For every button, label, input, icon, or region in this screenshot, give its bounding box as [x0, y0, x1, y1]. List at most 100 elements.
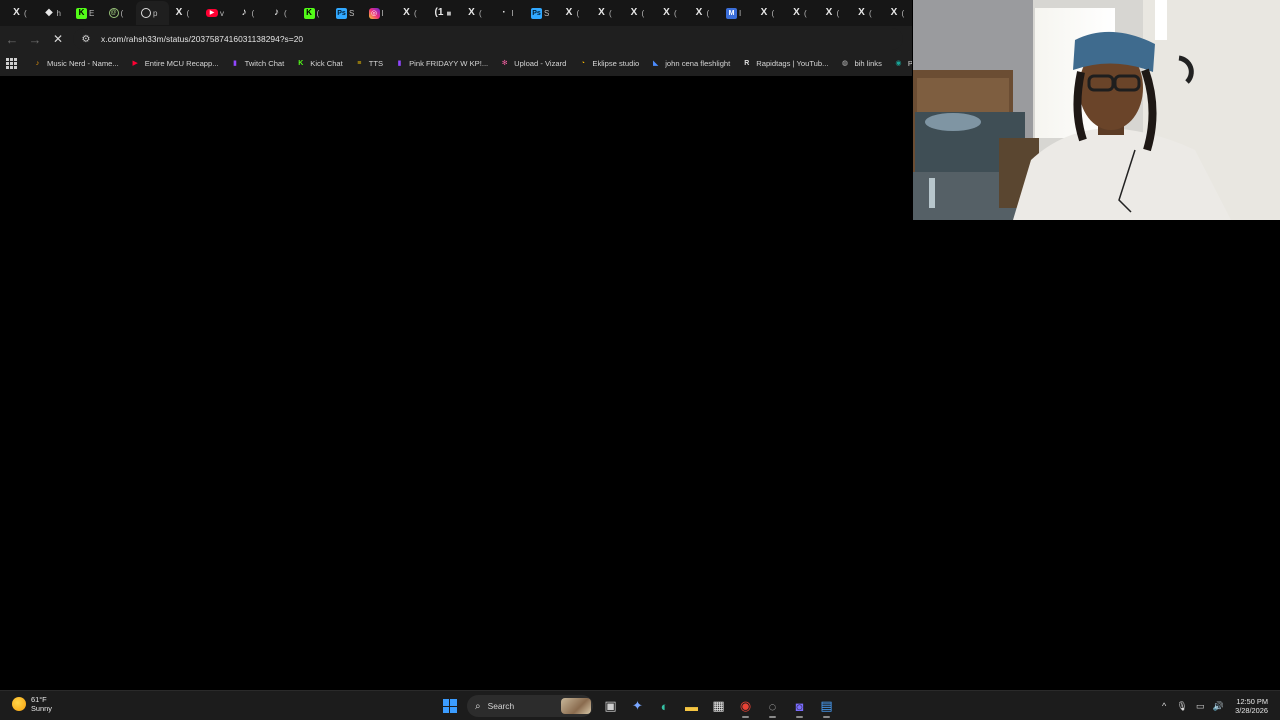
browser-tab[interactable]: X( [624, 1, 657, 25]
bookmark-item[interactable]: ▶ Entire MCU Recapp... [131, 59, 219, 68]
x-icon: X [858, 7, 865, 18]
system-tray: ^ 🎙 ▭ 🔊 12:50 PM 3/28/2026 [1155, 691, 1280, 720]
kick-icon: K [303, 7, 315, 19]
browser-tab[interactable]: X( [559, 1, 592, 25]
bookmark-item[interactable]: ♪ Music Nerd - Name... [33, 59, 119, 68]
webcam-feed-image [913, 0, 1280, 220]
copilot-button[interactable]: ✦ [624, 694, 651, 718]
site-info-icon[interactable]: ⚙ [79, 32, 93, 46]
browser-tab[interactable]: ▶ v [201, 1, 234, 25]
store-button[interactable]: ▦ [705, 694, 732, 718]
apps-grid-icon[interactable] [6, 56, 17, 70]
windows-taskbar: 61°F Sunny ⌕ Search ▣ ✦ ◐ ▬ ▦ ◉ ◌ ◙ ▤ ^ 🎙 ▭ 🔊 12:50… [0, 690, 1280, 720]
browser-tab[interactable]: X( [689, 1, 722, 25]
edge-button[interactable]: ◐ [651, 694, 678, 718]
browser-tab[interactable]: @( [104, 1, 137, 25]
tiktok-icon: ♪ [241, 7, 247, 18]
globe-icon: ◍ [841, 59, 848, 67]
chrome-icon: ◉ [739, 698, 752, 713]
clock[interactable]: 12:50 PM 3/28/2026 [1235, 697, 1268, 715]
url-text[interactable]: x.com/rahsh33m/status/203758741603113829… [101, 34, 303, 44]
browser-tab[interactable]: p [136, 1, 169, 25]
browser-tab[interactable]: X( [754, 1, 787, 25]
speaker-icon: 🔊 [1212, 700, 1224, 711]
browser-tab[interactable]: KE [71, 1, 104, 25]
photoshop-icon: Ps [336, 7, 347, 19]
bookmark-item[interactable]: ◍ bih links [840, 58, 882, 68]
bookmark-label: Photopea [907, 58, 912, 68]
gmail-icon: M [726, 7, 737, 19]
taskbar-search-box[interactable]: ⌕ Search [467, 695, 593, 717]
x-icon: X [565, 7, 573, 18]
network-button[interactable]: ▭ [1191, 697, 1209, 715]
browser-tab[interactable]: Ps S [526, 1, 559, 25]
discord-button[interactable]: ◙ [786, 694, 813, 718]
weather-widget[interactable]: 61°F Sunny [12, 695, 52, 713]
file-explorer-button[interactable]: ▬ [678, 694, 705, 718]
forward-arrow-icon[interactable]: → [24, 28, 46, 50]
browser-tab[interactable]: X( [656, 1, 689, 25]
browser-tab[interactable]: X( [786, 1, 819, 25]
browser-tab[interactable]: X( [396, 1, 429, 25]
kick-icon: K [76, 7, 87, 19]
x-icon: X [793, 7, 800, 18]
folder-icon: ▬ [685, 698, 698, 714]
browser-tab[interactable]: X( [169, 1, 202, 25]
browser-tab[interactable]: · I [494, 1, 527, 25]
twitch-icon: ▮ [397, 59, 402, 67]
tab-title: ( [804, 8, 807, 18]
edge-icon: ◐ [660, 698, 669, 714]
x-icon: X [175, 7, 183, 18]
browser-tab[interactable]: X( [591, 1, 624, 25]
network-icon: ▭ [1195, 700, 1205, 711]
browser-tab[interactable]: X( [461, 1, 494, 25]
google-icon [141, 8, 151, 18]
browser-tab[interactable]: K( [299, 1, 332, 25]
bookmark-item[interactable]: ≡ TTS [355, 59, 383, 68]
browser-tab[interactable]: (1 ■ [429, 1, 462, 25]
browser-tab[interactable]: MI [721, 1, 754, 25]
microphone-button[interactable]: 🎙 [1173, 697, 1191, 715]
bookmark-item[interactable]: K Kick Chat [296, 59, 343, 68]
tab-title: ( [120, 8, 124, 18]
browser-toolbar: ← → ✕ ⚙ x.com/rahsh33m/status/2037587416… [0, 26, 912, 52]
notepad-button[interactable]: ▤ [813, 694, 840, 718]
x-icon: X [403, 7, 410, 18]
browser-tab[interactable]: X( [884, 1, 913, 25]
rapidtags-icon: R [744, 59, 750, 67]
stop-loading-icon[interactable]: ✕ [47, 28, 69, 50]
back-arrow-icon[interactable]: ← [1, 28, 23, 50]
address-bar[interactable]: ⚙ x.com/rahsh33m/status/2037587416031138… [73, 28, 903, 50]
task-view-button[interactable]: ▣ [597, 694, 624, 718]
browser-tab[interactable]: X( [6, 1, 39, 25]
bookmark-item[interactable]: ▮ Twitch Chat [231, 59, 284, 68]
bookmark-item[interactable]: ✻ Upload - Vizard [500, 59, 567, 68]
start-button[interactable] [436, 694, 463, 718]
browser-tab[interactable]: ♪( [266, 1, 299, 25]
browser-tab[interactable]: ♪( [234, 1, 267, 25]
youtube-icon: ▶ [206, 9, 218, 17]
obs-button[interactable]: ◌ [759, 694, 786, 718]
bookmark-label: bih links [854, 58, 882, 68]
bookmark-item[interactable]: ◉ Photopea [894, 59, 912, 68]
show-hidden-icons-button[interactable]: ^ [1155, 697, 1173, 715]
bookmark-item[interactable]: ▮ Pink FRIDAYY W KP!... [395, 59, 489, 68]
browser-tab[interactable]: X( [819, 1, 852, 25]
browser-tab[interactable]: Ps S [331, 1, 364, 25]
discord-icon: ◙ [795, 698, 804, 714]
twitch-icon: ▮ [233, 59, 238, 67]
sun-icon [12, 697, 26, 711]
x-icon: (1 [434, 7, 444, 18]
bookmark-item[interactable]: R Rapidtags | YouTub... [742, 59, 828, 68]
browser-tab[interactable]: ◆ h [39, 1, 72, 25]
browser-tab[interactable]: X( [851, 1, 884, 25]
browser-tab[interactable]: ◎ I [364, 1, 397, 25]
volume-button[interactable]: 🔊 [1209, 697, 1227, 715]
bookmark-item[interactable]: ◔ Eklipse studio [578, 59, 639, 68]
chrome-button[interactable]: ◉ [732, 694, 759, 718]
tab-title: ( [869, 8, 872, 18]
bookmark-item[interactable]: ◣ john cena fleshlight [651, 59, 730, 68]
tab-title: ( [24, 8, 27, 18]
tab-title: I [511, 8, 514, 18]
bookmark-label: Kick Chat [310, 58, 343, 68]
